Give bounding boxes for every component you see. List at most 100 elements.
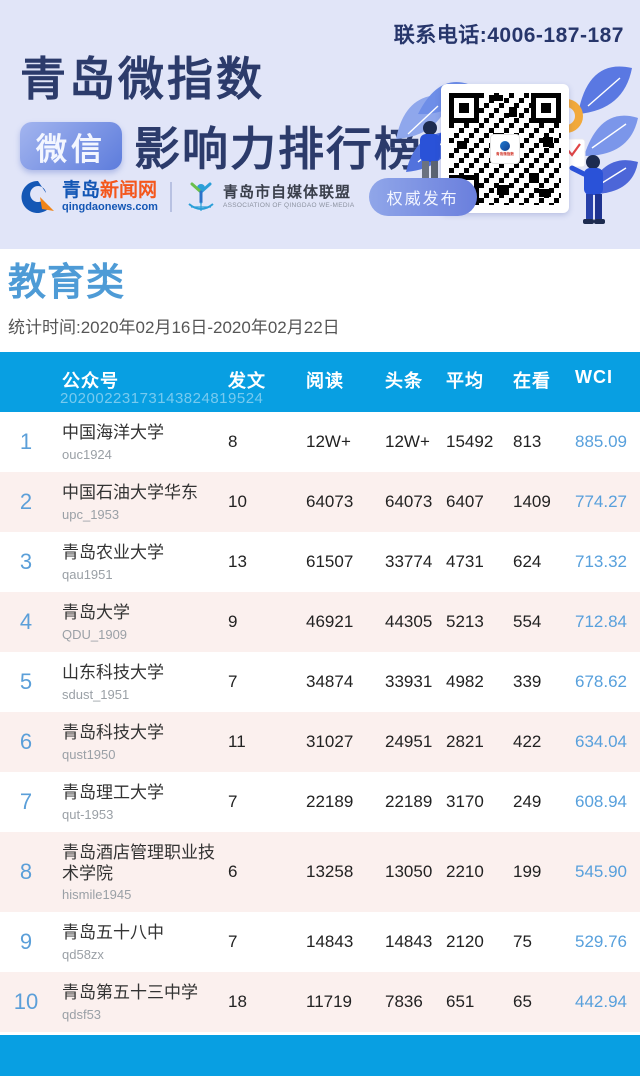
rank-number: 3 (19, 549, 33, 574)
table-row: 9 青岛五十八中 qd58zx 7 14843 14843 2120 75 529… (0, 912, 640, 972)
page-title: 青岛微指数 微信 影响力排行榜 (20, 54, 422, 179)
reads-value: 11719 (306, 992, 353, 1011)
posts-value: 13 (228, 552, 247, 571)
rank-number: 2 (19, 489, 33, 514)
posts-value: 7 (228, 672, 238, 691)
reads-value: 22189 (306, 792, 354, 811)
looking-value: 624 (513, 552, 542, 571)
account-name: 青岛科技大学 (62, 723, 164, 743)
table-row: 6 青岛科技大学 qust1950 11 31027 24951 2821 422… (0, 712, 640, 772)
average-value: 4982 (446, 672, 484, 691)
headline-value: 22189 (385, 792, 433, 811)
wci-value: 678.62 (575, 672, 627, 691)
headline-value: 44305 (385, 612, 433, 631)
average-value: 2120 (446, 932, 484, 951)
table-row: 8 青岛酒店管理职业技术学院 hismile1945 6 13258 13050 … (0, 832, 640, 912)
title-line-2: 影响力排行榜 (134, 124, 422, 176)
table-row: 2 中国石油大学华东 upc_1953 10 64073 64073 6407 1… (0, 472, 640, 532)
average-value: 2210 (446, 862, 484, 881)
title-line-1: 青岛微指数 (20, 54, 265, 105)
average-value: 2821 (446, 732, 484, 751)
posts-value: 11 (228, 732, 246, 751)
wci-value: 712.84 (575, 612, 627, 631)
qr-center-logo: 青岛微指数 (490, 133, 520, 164)
average-value: 5213 (446, 612, 484, 631)
account-name: 青岛第五十三中学 (62, 983, 198, 1003)
wci-value: 885.09 (575, 432, 627, 451)
qr-finder-icon (449, 92, 479, 123)
average-value: 651 (446, 992, 475, 1011)
wci-value: 713.32 (575, 552, 627, 571)
col-header-looking: 在看 (513, 371, 551, 391)
authoritative-release-badge: 权威发布 (368, 178, 477, 216)
account-name: 青岛大学 (62, 603, 130, 623)
rank-number: 8 (19, 859, 33, 884)
category-title: 教育类 (8, 262, 126, 304)
posts-value: 7 (228, 792, 238, 811)
account-name: 山东科技大学 (62, 663, 164, 683)
col-header-reads: 阅读 (306, 371, 344, 391)
wci-value: 545.90 (575, 862, 627, 881)
col-header-headline: 头条 (385, 371, 423, 391)
headline-value: 24951 (385, 732, 433, 751)
qingdaonews-domain: qingdaonews.com (62, 201, 158, 213)
average-value: 6407 (446, 492, 484, 511)
posts-value: 7 (228, 932, 238, 951)
headline-value: 64073 (385, 492, 433, 511)
wemedia-person-icon (188, 182, 214, 211)
account-id: sdust_1951 (62, 686, 130, 702)
posts-value: 9 (228, 612, 238, 631)
account-id: qust1950 (62, 746, 116, 762)
headline-value: 7836 (385, 992, 423, 1011)
account-id: qau1951 (62, 566, 113, 582)
headline-value: 33774 (385, 552, 433, 571)
looking-value: 422 (513, 732, 542, 751)
account-id: hismile1945 (62, 887, 132, 903)
account-id: qut-1953 (62, 806, 114, 822)
banner: 联系电话:4006-187-187 青岛微指数 微信 影响力排行榜 青岛微指数 … (0, 0, 640, 249)
qingdaonews-logo: 青岛新闻网 qingdaonews.com (20, 179, 158, 215)
ranking-table: 公众号 发文 阅读 头条 平均 在看 WCI 20200223173143824… (0, 352, 640, 1032)
reads-value: 64073 (306, 492, 354, 511)
posts-value: 10 (228, 492, 247, 511)
looking-value: 249 (513, 792, 542, 811)
looking-value: 1409 (513, 492, 551, 511)
rank-number: 1 (19, 429, 33, 454)
rank-number: 7 (19, 789, 33, 814)
posts-value: 6 (228, 862, 238, 881)
account-id: ouc1924 (62, 446, 112, 462)
rank-number: 9 (19, 929, 33, 954)
rank-number: 6 (19, 729, 33, 754)
account-name: 中国海洋大学 (62, 423, 164, 443)
looking-value: 813 (513, 432, 542, 451)
reads-value: 14843 (306, 932, 354, 951)
wci-value: 529.76 (575, 932, 627, 951)
stat-period: 统计时间:2020年02月16日-2020年02月22日 (8, 317, 340, 337)
rank-number: 5 (19, 669, 33, 694)
account-name: 青岛农业大学 (62, 543, 164, 563)
reads-value: 31027 (306, 732, 354, 751)
watermark-code: 20200223173143824819524 (60, 390, 264, 407)
table-row: 3 青岛农业大学 qau1951 13 61507 33774 4731 624 … (0, 532, 640, 592)
looking-value: 339 (513, 672, 542, 691)
average-value: 4731 (446, 552, 484, 571)
col-header-wci: WCI (575, 367, 613, 387)
reads-value: 12W+ (306, 432, 351, 451)
headline-value: 12W+ (385, 432, 430, 451)
wci-value: 774.27 (575, 492, 627, 511)
account-name: 青岛理工大学 (62, 783, 164, 803)
col-header-average: 平均 (446, 371, 484, 391)
headline-value: 33931 (385, 672, 433, 691)
rank-number: 10 (13, 989, 39, 1014)
wci-value: 608.94 (575, 792, 627, 811)
qr-finder-icon (531, 92, 561, 123)
rank-number: 4 (19, 609, 33, 634)
reads-value: 61507 (306, 552, 354, 571)
average-value: 15492 (446, 432, 494, 451)
looking-value: 199 (513, 862, 542, 881)
divider (169, 182, 172, 212)
wemedia-logo: 青岛市自媒体联盟 ASSOCIATION OF QINGDAO WE-MEDIA (184, 180, 355, 214)
category-section: 教育类 统计时间:2020年02月16日-2020年02月22日 (0, 249, 640, 352)
reads-value: 13258 (306, 862, 354, 881)
account-id: QDU_1909 (62, 626, 128, 642)
